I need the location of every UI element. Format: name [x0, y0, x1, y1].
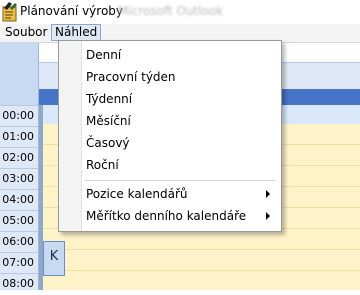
time-label: 08:00 [2, 277, 34, 290]
menu-item-work-week[interactable]: Pracovní týden [86, 67, 176, 87]
menu-file[interactable]: Soubor [2, 25, 50, 40]
menu-separator [85, 180, 275, 181]
chevron-right-icon [266, 190, 270, 198]
time-label: 05:00 [2, 214, 34, 227]
time-row: 04:00 [0, 189, 38, 211]
calendar-corner [0, 43, 39, 105]
time-label: 01:00 [2, 130, 34, 143]
collapse-left-icon[interactable]: K [43, 241, 65, 276]
time-row: 00:00 [0, 105, 38, 127]
menu-item-year[interactable]: Roční [86, 155, 119, 175]
title-bar: Plánování výroby Microsoft Outlook [0, 0, 360, 25]
time-label: 07:00 [2, 256, 34, 269]
menu-item-day-scale[interactable]: Měřítko denního kalendáře [86, 206, 246, 226]
time-row: 01:00 [0, 126, 38, 148]
view-menu-dropdown: Denní Pracovní týden Týdenní Měsíční Čas… [58, 40, 282, 232]
menu-item-month[interactable]: Měsíční [86, 111, 131, 131]
window-title: Plánování výroby [20, 4, 124, 18]
time-label: 06:00 [2, 235, 34, 248]
grid-line [39, 249, 360, 250]
time-label: 00:00 [2, 109, 34, 122]
menu-icon-gutter [59, 41, 82, 231]
time-row: 02:00 [0, 147, 38, 169]
time-row: 03:00 [0, 168, 38, 190]
time-row: 08:00 [0, 273, 38, 295]
time-row: 07:00 [0, 252, 38, 274]
time-column: 00:00 01:00 02:00 03:00 04:00 05:00 06:0… [0, 105, 39, 290]
chevron-right-icon [266, 212, 270, 220]
planner-app-icon [2, 2, 17, 22]
menu-item-day[interactable]: Denní [86, 45, 121, 65]
time-label: 03:00 [2, 172, 34, 185]
time-label: 02:00 [2, 151, 34, 164]
background-window-title: Microsoft Outlook [118, 4, 224, 18]
grid-line [39, 270, 360, 271]
time-row: 06:00 [0, 231, 38, 253]
menu-item-calendar-position[interactable]: Pozice kalendářů [86, 184, 188, 204]
time-row: 05:00 [0, 210, 38, 232]
menu-view[interactable]: Náhled [51, 24, 102, 41]
time-label: 04:00 [2, 193, 34, 206]
menu-item-timeline[interactable]: Časový [86, 133, 130, 153]
menu-item-week[interactable]: Týdenní [86, 89, 132, 109]
